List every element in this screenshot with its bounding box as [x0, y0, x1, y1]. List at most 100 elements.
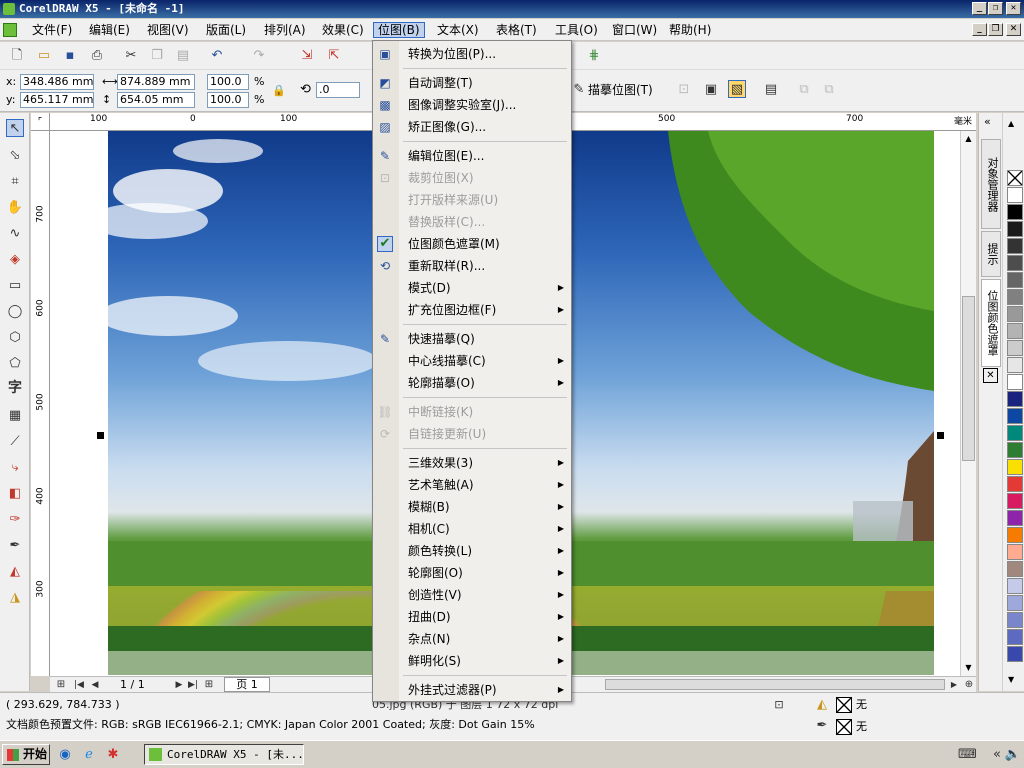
- to-back-icon[interactable]: ⧉: [820, 81, 838, 99]
- no-outline-swatch[interactable]: [836, 719, 852, 735]
- docker-tab-bitmap-color-mask[interactable]: 位图颜色遮罩: [981, 279, 1001, 367]
- start-button[interactable]: 开始: [2, 744, 50, 765]
- menu-item[interactable]: ⟲ 重新取样(R)...: [373, 255, 571, 277]
- save-icon[interactable]: ▪: [61, 47, 79, 65]
- palette-swatch[interactable]: [1007, 493, 1023, 509]
- pan-tool-icon[interactable]: ✋: [6, 199, 24, 217]
- palette-swatch[interactable]: [1007, 442, 1023, 458]
- palette-swatch[interactable]: [1007, 187, 1023, 203]
- hscroll-thumb[interactable]: [605, 679, 945, 690]
- menu-edit[interactable]: 编辑(E): [85, 22, 134, 38]
- doc-minimize-button[interactable]: _: [972, 23, 987, 36]
- docker-tab-object-manager[interactable]: 对象管理器: [981, 139, 1001, 229]
- palette-swatch[interactable]: [1007, 340, 1023, 356]
- palette-swatch[interactable]: [1007, 612, 1023, 628]
- copy-icon[interactable]: ❐: [148, 47, 166, 65]
- restore-button[interactable]: ❐: [988, 2, 1003, 15]
- new-file-icon[interactable]: 🗋: [8, 47, 26, 65]
- trace-bitmap-icon[interactable]: ✎: [570, 81, 588, 99]
- vertical-scrollbar[interactable]: ▲ ▼: [960, 131, 976, 676]
- doc-close-button[interactable]: ✕: [1006, 23, 1021, 36]
- scale-y-input[interactable]: 100.0: [207, 92, 249, 108]
- rotation-input[interactable]: .0: [316, 82, 360, 98]
- palette-no-color-swatch[interactable]: [1007, 170, 1023, 186]
- undo-icon[interactable]: ↶: [208, 47, 226, 65]
- palette-swatch[interactable]: [1007, 510, 1023, 526]
- height-input[interactable]: 654.05 mm: [117, 92, 195, 108]
- browser-icon[interactable]: ◉: [56, 746, 74, 764]
- palette-swatch[interactable]: [1007, 272, 1023, 288]
- lock-ratio-icon[interactable]: 🔒: [270, 82, 288, 100]
- connector-tool-icon[interactable]: ⤷: [6, 459, 24, 477]
- app-shortcut-icon[interactable]: ✱: [104, 746, 122, 764]
- ruler-corner[interactable]: ⌜: [31, 113, 50, 131]
- scroll-down-icon[interactable]: ▼: [961, 660, 976, 675]
- menu-item[interactable]: 外挂式过滤器(P) ▶: [373, 679, 571, 701]
- menu-help[interactable]: 帮助(H): [665, 22, 715, 38]
- menu-item[interactable]: 轮廓描摹(O) ▶: [373, 372, 571, 394]
- export-icon[interactable]: ⇱: [325, 47, 343, 65]
- selection-handle-right[interactable]: [937, 432, 944, 439]
- menu-item[interactable]: ✎ 编辑位图(E)...: [373, 145, 571, 167]
- menu-item[interactable]: ◩ 自动调整(T): [373, 72, 571, 94]
- menu-item[interactable]: 杂点(N) ▶: [373, 628, 571, 650]
- width-input[interactable]: 874.889 mm: [117, 74, 195, 90]
- menu-bitmaps[interactable]: 位图(B): [373, 22, 425, 38]
- palette-scroll-up-icon[interactable]: ▲: [1008, 119, 1014, 128]
- menu-layout[interactable]: 版面(L): [202, 22, 250, 38]
- menu-table[interactable]: 表格(T): [492, 22, 541, 38]
- polygon-tool-icon[interactable]: ⬡: [6, 329, 24, 347]
- ie-icon[interactable]: ℯ: [80, 746, 98, 764]
- docker-tab-hints[interactable]: 提示: [981, 231, 1001, 277]
- rectangle-tool-icon[interactable]: ▭: [6, 277, 24, 295]
- basic-shapes-icon[interactable]: ⬠: [6, 355, 24, 373]
- no-fill-swatch[interactable]: [836, 697, 852, 713]
- menu-item[interactable]: ▣ 转换为位图(P)...: [373, 43, 571, 65]
- palette-swatch[interactable]: [1007, 425, 1023, 441]
- menu-item[interactable]: ▩ 图像调整实验室(J)...: [373, 94, 571, 116]
- menu-window[interactable]: 窗口(W): [608, 22, 661, 38]
- palette-swatch[interactable]: [1007, 374, 1023, 390]
- palette-swatch[interactable]: [1007, 255, 1023, 271]
- menu-item[interactable]: ✔ 位图颜色遮罩(M): [373, 233, 571, 255]
- palette-swatch[interactable]: [1007, 204, 1023, 220]
- scroll-up-icon[interactable]: ▲: [961, 131, 976, 146]
- smart-fill-icon[interactable]: ◈: [6, 251, 24, 269]
- menu-item[interactable]: 扩充位图边框(F) ▶: [373, 299, 571, 321]
- menu-arrange[interactable]: 排列(A): [260, 22, 310, 38]
- palette-swatch[interactable]: [1007, 629, 1023, 645]
- menu-item[interactable]: 扭曲(D) ▶: [373, 606, 571, 628]
- blend-tool-icon[interactable]: ◧: [6, 485, 24, 503]
- menu-item[interactable]: 相机(C) ▶: [373, 518, 571, 540]
- palette-swatch[interactable]: [1007, 391, 1023, 407]
- menu-item[interactable]: 鲜明化(S) ▶: [373, 650, 571, 672]
- docker-collapse-icon[interactable]: «: [984, 115, 991, 128]
- palette-swatch[interactable]: [1007, 357, 1023, 373]
- menu-file[interactable]: 文件(F): [28, 22, 76, 38]
- menu-item[interactable]: 模式(D) ▶: [373, 277, 571, 299]
- menu-item[interactable]: 三维效果(3) ▶: [373, 452, 571, 474]
- crop-tool-icon[interactable]: ⌗: [6, 173, 24, 191]
- table-tool-icon[interactable]: ▦: [6, 407, 24, 425]
- volume-icon[interactable]: 🔈: [1004, 746, 1022, 764]
- shape-tool-icon[interactable]: ⬂: [6, 147, 24, 165]
- palette-swatch[interactable]: [1007, 289, 1023, 305]
- menu-item[interactable]: 中心线描摹(C) ▶: [373, 350, 571, 372]
- menu-item[interactable]: 轮廓图(O) ▶: [373, 562, 571, 584]
- scale-x-input[interactable]: 100.0: [207, 74, 249, 90]
- paste-icon[interactable]: ▤: [174, 47, 192, 65]
- text-tool-icon[interactable]: 字: [6, 379, 24, 397]
- palette-swatch[interactable]: [1007, 408, 1023, 424]
- x-position-input[interactable]: 348.486 mm: [20, 74, 94, 90]
- cut-icon[interactable]: ✂: [122, 47, 140, 65]
- menu-item[interactable]: 颜色转换(L) ▶: [373, 540, 571, 562]
- resample-icon[interactable]: ▧: [728, 80, 746, 98]
- trace-bitmap-button[interactable]: 描摹位图(T): [588, 82, 653, 98]
- taskbar-coreldraw-button[interactable]: CorelDRAW X5 - [未...: [144, 744, 304, 765]
- edit-bitmap-icon[interactable]: ▣: [702, 81, 720, 99]
- menu-item[interactable]: 艺术笔触(A) ▶: [373, 474, 571, 496]
- menu-tools[interactable]: 工具(O): [551, 22, 602, 38]
- palette-swatch[interactable]: [1007, 221, 1023, 237]
- palette-swatch[interactable]: [1007, 476, 1023, 492]
- page-tab[interactable]: 页 1: [224, 677, 270, 692]
